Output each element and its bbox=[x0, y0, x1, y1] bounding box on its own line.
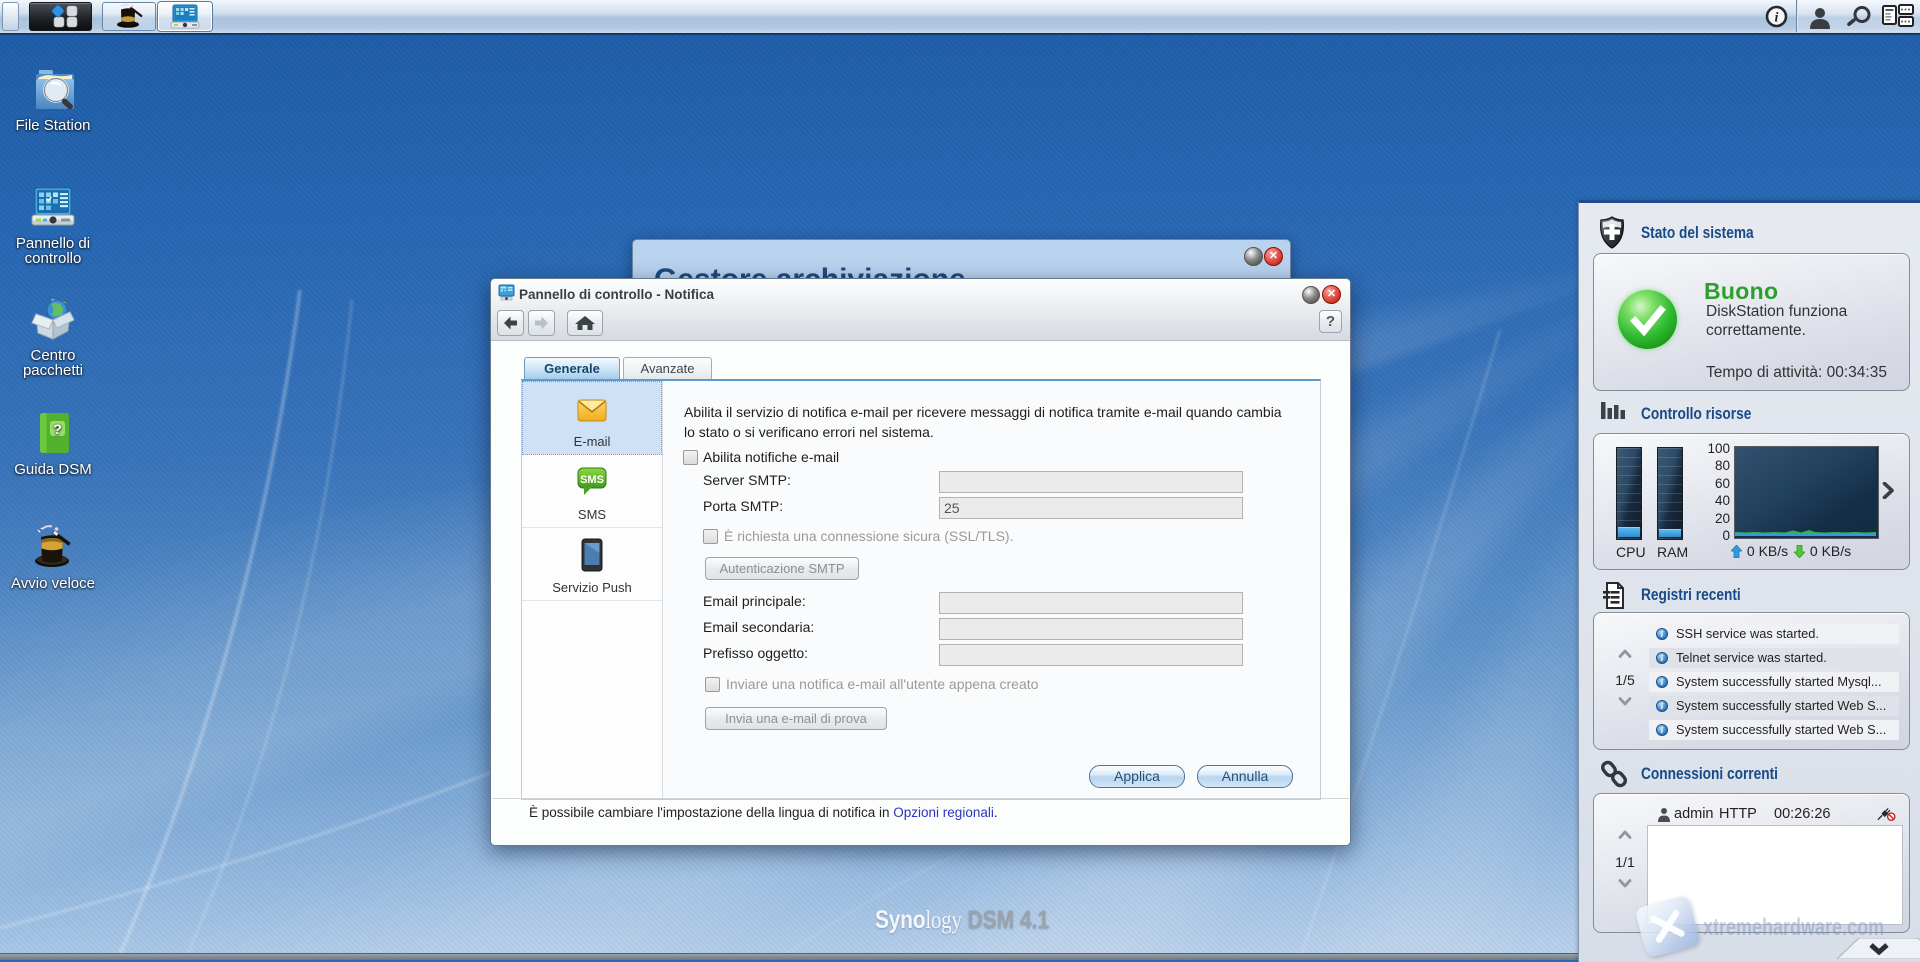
svg-text:?: ? bbox=[53, 421, 62, 437]
svg-text:i: i bbox=[1775, 11, 1779, 26]
svg-text:SMS: SMS bbox=[580, 474, 604, 486]
